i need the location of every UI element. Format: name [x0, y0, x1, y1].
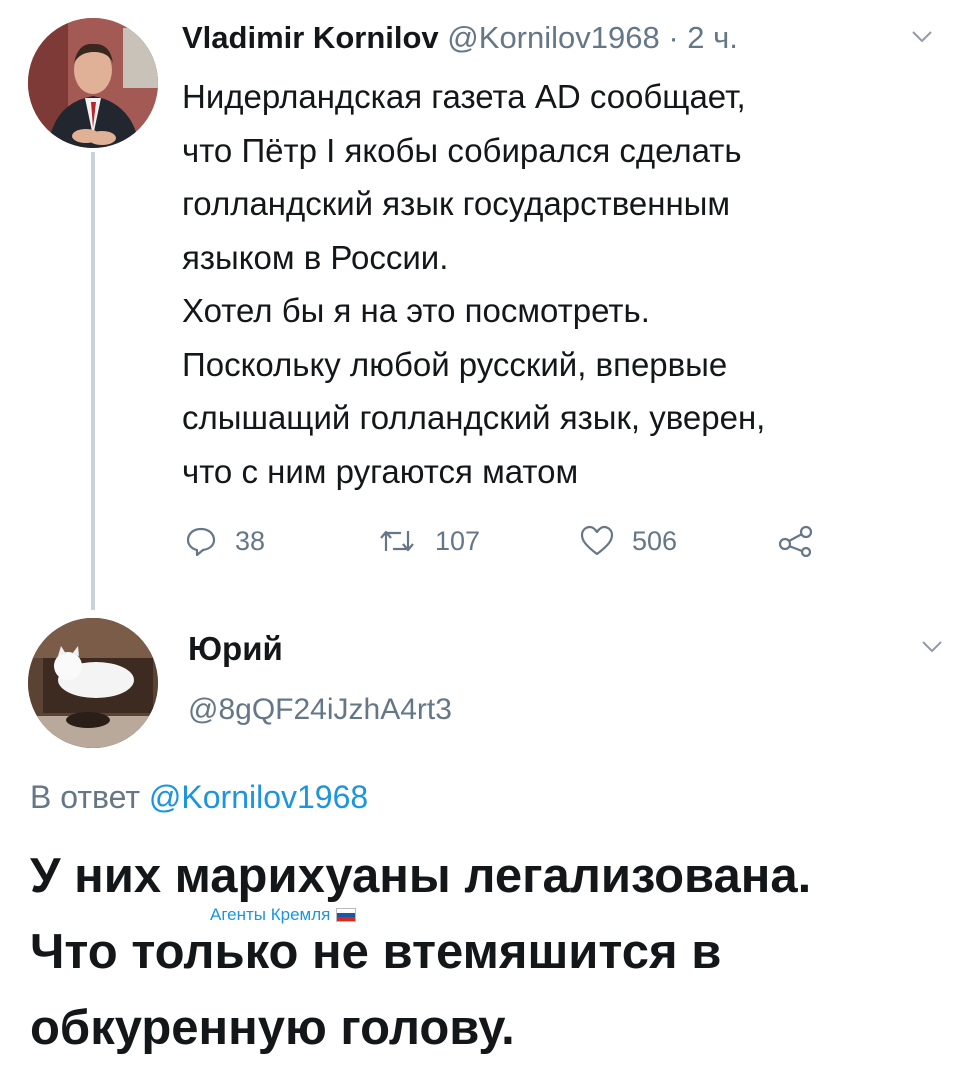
tweet2-author-name[interactable]: Юрий: [188, 630, 283, 668]
retweet-count: 107: [435, 525, 481, 556]
share-icon: [778, 525, 814, 557]
reply-count: 38: [235, 525, 266, 556]
reply-mention-link[interactable]: @Kornilov1968: [149, 779, 368, 815]
like-count: 506: [632, 525, 678, 556]
chevron-down-icon[interactable]: [922, 640, 942, 658]
share-button[interactable]: [778, 525, 814, 557]
reply-context: В ответ @Kornilov1968: [30, 779, 368, 816]
tweet1-text: Нидерландская газета AD сообщает, что Пё…: [182, 70, 952, 498]
retweet-button[interactable]: 107: [377, 525, 480, 557]
like-button[interactable]: 506: [580, 525, 677, 557]
tweet1-line: языком в России.: [182, 238, 449, 276]
avatar-kornilov[interactable]: [28, 18, 158, 148]
tweet1-line: голландский язык государственным: [182, 185, 731, 222]
watermark: Агенты Кремля: [210, 905, 357, 925]
tweet1-author-name[interactable]: Vladimir Kornilov: [182, 20, 439, 55]
tweet1-time[interactable]: · 2 ч.: [668, 20, 738, 55]
tweet1-line: Поскольку любой русский, впервые: [182, 345, 728, 383]
chevron-down-icon[interactable]: [912, 30, 932, 48]
tweet1-line: Хотел бы я на это посмотреть.: [182, 292, 650, 329]
retweet-icon: [377, 525, 417, 557]
tweet2-line: обкуренную голову.: [30, 1001, 515, 1055]
tweet2-text: У них марихуаны легализована. Что только…: [30, 838, 960, 1066]
tweet1-line: Нидерландская газета AD сообщает,: [182, 78, 746, 115]
tweet1-line: слышащий голландский язык, уверен,: [182, 399, 766, 436]
russian-flag-icon: [336, 908, 357, 922]
tweet2-line: У них марихуаны легализована.: [30, 849, 812, 903]
tweet1-actions: 38 107 506: [0, 525, 978, 565]
tweet1-line: что Пётр I якобы собирался сделать: [182, 131, 742, 169]
reply-button[interactable]: 38: [185, 525, 265, 557]
tweet1-author-handle[interactable]: @Kornilov1968: [447, 20, 659, 55]
tweet2-author-handle[interactable]: @8gQF24iJzhA4rt3: [188, 693, 452, 727]
like-icon: [580, 525, 614, 557]
reply-prefix: В ответ: [30, 779, 141, 815]
tweet1-header: Vladimir Kornilov @Kornilov1968 · 2 ч.: [182, 18, 738, 58]
reply-icon: [185, 525, 217, 557]
tweet1-line: что с ним ругаются матом: [182, 452, 579, 490]
avatar-yuriy[interactable]: [28, 618, 158, 748]
watermark-text: Агенты Кремля: [210, 905, 331, 924]
tweet2-line: Что только не втемяшится в: [30, 925, 722, 979]
